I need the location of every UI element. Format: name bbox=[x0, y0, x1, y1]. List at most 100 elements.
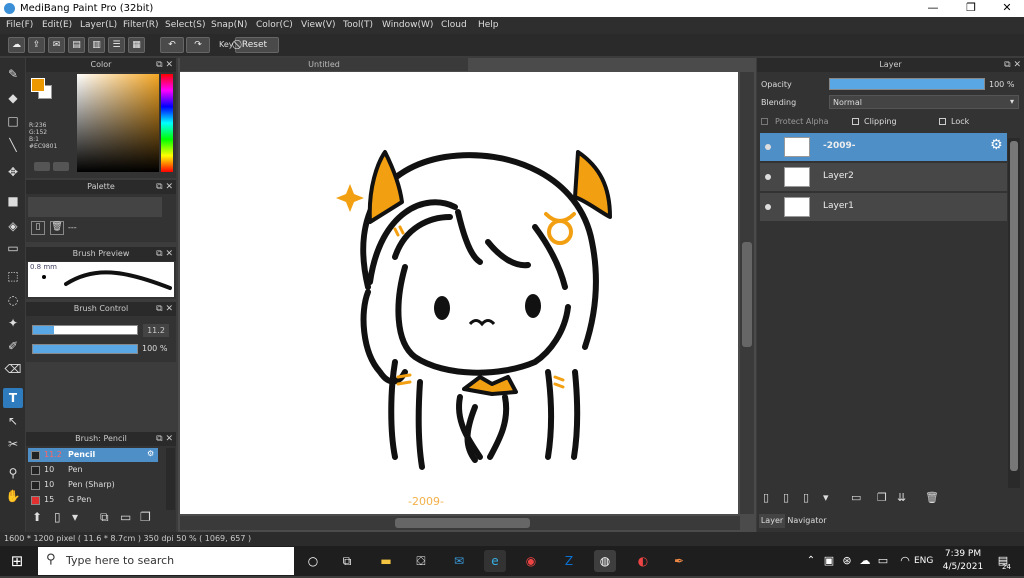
tab-layer[interactable]: Layer bbox=[759, 514, 785, 528]
wifi-icon[interactable]: ◠ bbox=[894, 550, 916, 572]
menu-color[interactable]: Color(C) bbox=[256, 20, 293, 30]
brush-size-value[interactable]: 11.2 bbox=[143, 324, 169, 337]
chrome-icon[interactable]: ◉ bbox=[520, 550, 542, 572]
language-indicator[interactable]: ENG bbox=[914, 556, 933, 566]
menu-edit[interactable]: Edit(E) bbox=[42, 20, 72, 30]
brush-opacity-slider[interactable] bbox=[32, 344, 138, 354]
layer-menu-icon[interactable]: ▾ bbox=[823, 491, 829, 504]
menu-filter[interactable]: Filter(R) bbox=[123, 20, 159, 30]
horizontal-scroll-thumb[interactable] bbox=[395, 518, 530, 528]
blending-select[interactable]: Normal ▾ bbox=[829, 95, 1019, 109]
menu-file[interactable]: File(F) bbox=[6, 20, 33, 30]
line-tool-icon[interactable]: ╲ bbox=[3, 135, 23, 155]
canvas-vertical-scrollbar[interactable] bbox=[740, 72, 754, 514]
brush-item-pencil[interactable]: 11.2 Pencil ⚙ bbox=[28, 448, 158, 462]
clock[interactable]: 7:39 PM 4/5/2021 bbox=[942, 548, 984, 574]
brush-menu-icon[interactable]: ▾ bbox=[72, 510, 78, 524]
tab-navigator[interactable]: Navigator bbox=[787, 514, 827, 528]
duplicate-layer-icon[interactable]: ❐ bbox=[877, 491, 887, 504]
cloud-icon[interactable]: ☁ bbox=[8, 37, 25, 53]
gradient-tool-icon[interactable]: ▭ bbox=[3, 238, 23, 258]
magic-wand-icon[interactable]: ✦ bbox=[3, 313, 23, 333]
merge-layer-icon[interactable]: ⇊ bbox=[897, 491, 906, 504]
new-palette-icon[interactable]: ▯ bbox=[31, 221, 45, 235]
foreground-color-swatch[interactable] bbox=[31, 78, 45, 92]
close-button[interactable]: ✕ bbox=[992, 1, 1022, 14]
paint-app-icon[interactable]: ◐ bbox=[632, 550, 654, 572]
visibility-icon[interactable] bbox=[765, 144, 771, 150]
new-layer-icon[interactable]: ▯ bbox=[763, 491, 769, 504]
select-tool-icon[interactable]: ⬚ bbox=[3, 266, 23, 286]
close-icon[interactable]: ⧉ ✕ bbox=[1004, 58, 1021, 72]
lock-checkbox[interactable] bbox=[939, 118, 946, 125]
reset-button[interactable]: ⃠ Reset bbox=[235, 37, 279, 53]
brush-tool-icon[interactable]: ✎ bbox=[3, 64, 23, 84]
close-icon[interactable]: ⧉ ✕ bbox=[156, 247, 173, 261]
canvas-horizontal-scrollbar[interactable] bbox=[180, 516, 740, 530]
lasso-tool-icon[interactable]: ◌ bbox=[3, 290, 23, 310]
battery-icon[interactable]: ▭ bbox=[872, 550, 894, 572]
task-view-icon[interactable]: ⧉ bbox=[336, 550, 358, 572]
text-tool-icon[interactable]: T bbox=[3, 388, 23, 408]
layer-item-2009[interactable]: -2009- ⚙ bbox=[760, 133, 1007, 161]
divide-tool-icon[interactable]: ✂ bbox=[3, 434, 23, 454]
move-tool-icon[interactable]: ✥ bbox=[3, 162, 23, 182]
gear-icon[interactable]: ⚙ bbox=[990, 137, 1003, 153]
select-eraser-icon[interactable]: ⌫ bbox=[3, 359, 23, 379]
cortana-icon[interactable]: ○ bbox=[302, 550, 324, 572]
operation-tool-icon[interactable]: ↖ bbox=[3, 411, 23, 431]
message-icon[interactable]: ▤ bbox=[68, 37, 85, 53]
list-icon[interactable]: ☰ bbox=[108, 37, 125, 53]
color-sv-picker[interactable] bbox=[77, 74, 159, 172]
brush-size-slider[interactable] bbox=[32, 325, 138, 335]
vertical-scroll-thumb[interactable] bbox=[742, 242, 752, 347]
minimize-button[interactable]: — bbox=[918, 1, 948, 14]
edge-icon[interactable]: e bbox=[484, 550, 506, 572]
layer-item-layer1[interactable]: Layer1 bbox=[760, 193, 1007, 221]
menu-window[interactable]: Window(W) bbox=[382, 20, 433, 30]
document-tab[interactable]: Untitled bbox=[180, 58, 468, 71]
hand-tool-icon[interactable]: ✋ bbox=[3, 486, 23, 506]
file-explorer-icon[interactable]: ▬ bbox=[375, 550, 397, 572]
shape-tool-icon[interactable]: □ bbox=[3, 111, 23, 131]
page-icon[interactable]: ▥ bbox=[88, 37, 105, 53]
folder-icon[interactable]: ▭ bbox=[120, 510, 131, 524]
layer-list-scrollbar[interactable] bbox=[1008, 138, 1020, 488]
select-pen-icon[interactable]: ✐ bbox=[3, 336, 23, 356]
menu-layer[interactable]: Layer(L) bbox=[80, 20, 117, 30]
redo-icon[interactable]: ↷ bbox=[186, 37, 210, 53]
delete-layer-icon[interactable]: 🗑 bbox=[925, 491, 939, 504]
close-icon[interactable]: ⧉ ✕ bbox=[156, 432, 173, 446]
visibility-icon[interactable] bbox=[765, 204, 771, 210]
eyedropper-icon[interactable]: ⚲ bbox=[3, 463, 23, 483]
medibang-icon[interactable]: ◍ bbox=[594, 550, 616, 572]
fill-rect-icon[interactable]: ■ bbox=[3, 191, 23, 211]
menu-select[interactable]: Select(S) bbox=[165, 20, 206, 30]
protect-alpha-checkbox[interactable] bbox=[761, 118, 768, 125]
new-brush-icon[interactable]: ▯ bbox=[54, 510, 61, 524]
undo-icon[interactable]: ↶ bbox=[160, 37, 184, 53]
bucket-tool-icon[interactable]: ◈ bbox=[3, 216, 23, 236]
add-brush-icon[interactable]: ⬆ bbox=[32, 510, 42, 524]
eraser-tool-icon[interactable]: ◆ bbox=[3, 88, 23, 108]
copy-brush-icon[interactable]: ⧉ bbox=[100, 510, 109, 525]
delete-palette-icon[interactable]: 🗑 bbox=[50, 221, 64, 235]
drawing-canvas[interactable]: -2009- bbox=[180, 72, 738, 514]
brush-item-pen-sharp[interactable]: 10 Pen (Sharp) bbox=[28, 478, 158, 492]
color-mode-button-2[interactable] bbox=[53, 162, 69, 171]
layer-item-layer2[interactable]: Layer2 bbox=[760, 163, 1007, 191]
hue-slider[interactable] bbox=[161, 74, 173, 172]
zalo-icon[interactable]: Z bbox=[558, 550, 580, 572]
maximize-button[interactable]: ❐ bbox=[956, 1, 986, 14]
windows-start-icon[interactable]: ⊞ bbox=[6, 550, 28, 572]
duplicate-icon[interactable]: ❐ bbox=[140, 510, 151, 524]
layer-opacity-slider[interactable] bbox=[829, 78, 985, 90]
store-icon[interactable]: ⛋ bbox=[410, 550, 432, 572]
folder-icon[interactable]: ▭ bbox=[851, 491, 861, 504]
menu-help[interactable]: Help bbox=[478, 20, 499, 30]
new-layer-3-icon[interactable]: ▯ bbox=[803, 491, 809, 504]
new-layer-2-icon[interactable]: ▯ bbox=[783, 491, 789, 504]
palette-swatches[interactable] bbox=[28, 197, 162, 217]
taskbar-search[interactable]: ⚲ Type here to search bbox=[38, 547, 294, 575]
close-icon[interactable]: ⧉ ✕ bbox=[156, 180, 173, 194]
